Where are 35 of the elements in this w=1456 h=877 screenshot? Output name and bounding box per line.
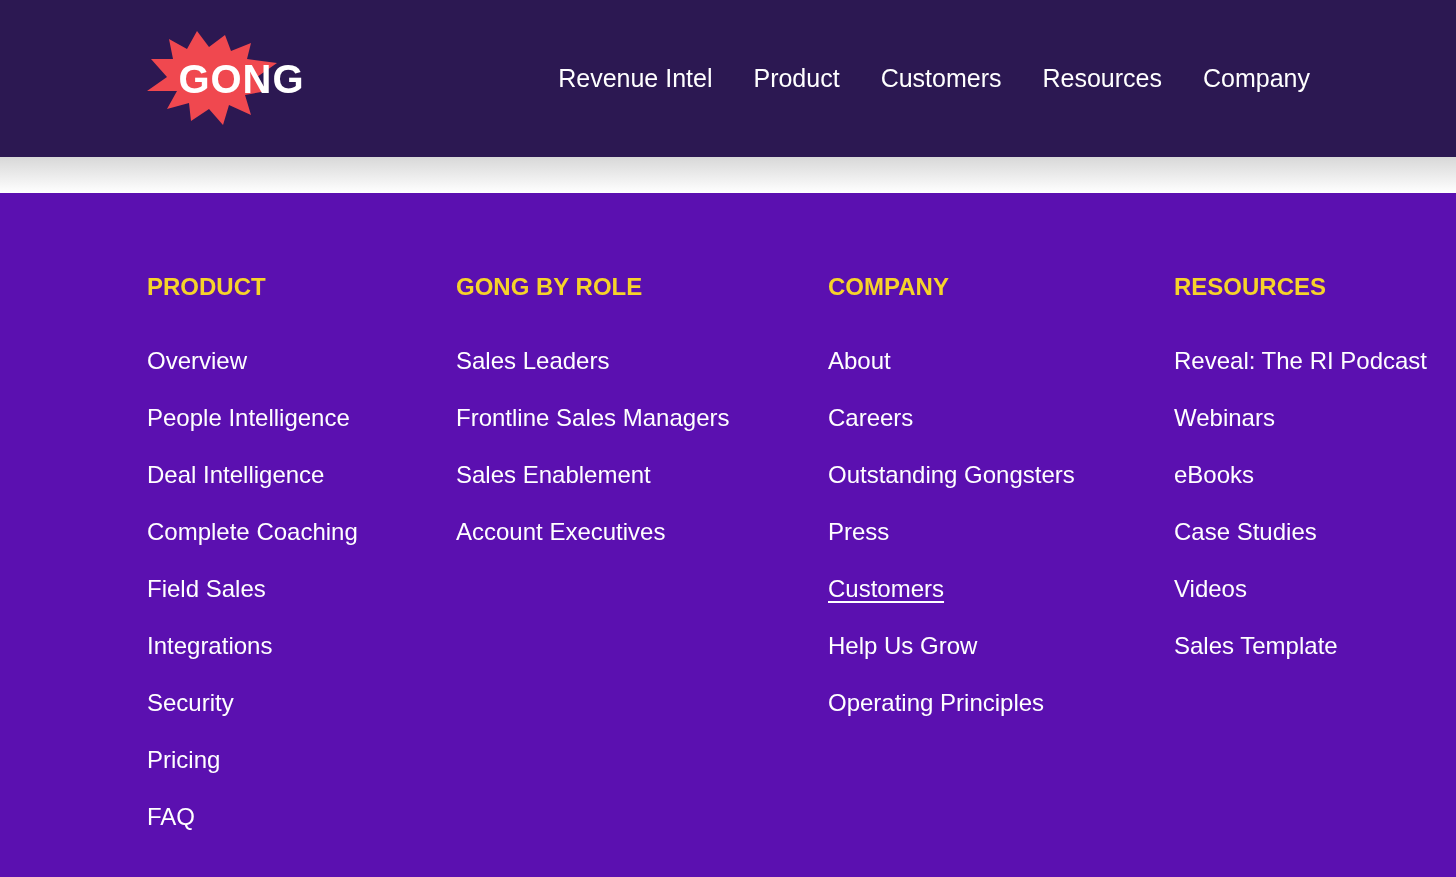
footer-link[interactable]: Outstanding Gongsters — [828, 460, 1075, 490]
footer-link[interactable]: Press — [828, 517, 890, 547]
nav-link[interactable]: Resources — [1042, 59, 1162, 98]
column-heading: GONG BY ROLE — [456, 272, 644, 302]
column-heading: COMPANY — [828, 272, 950, 302]
footer-link[interactable]: Account Executives — [456, 517, 666, 547]
footer-link[interactable]: Customers — [828, 574, 945, 604]
footer-link[interactable]: Field Sales — [147, 574, 266, 604]
footer-link[interactable]: Case Studies — [1174, 517, 1317, 547]
nav-link[interactable]: Revenue Intel — [558, 59, 713, 98]
footer-link[interactable]: Pricing — [147, 745, 221, 775]
footer-link[interactable]: Frontline Sales Managers — [456, 403, 730, 433]
footer-link[interactable]: Security — [147, 688, 234, 718]
footer-link[interactable]: Reveal: The RI Podcast — [1174, 346, 1428, 376]
column-heading: RESOURCES — [1174, 272, 1328, 302]
footer-link[interactable]: Webinars — [1174, 403, 1275, 433]
footer-link[interactable]: Sales Template — [1174, 631, 1338, 661]
footer-link[interactable]: eBooks — [1174, 460, 1255, 490]
footer-link[interactable]: People Intelligence — [147, 403, 350, 433]
footer-link[interactable]: About — [828, 346, 891, 376]
footer-link[interactable]: Videos — [1174, 574, 1247, 604]
footer-link[interactable]: Overview — [147, 346, 248, 376]
footer-link[interactable]: Complete Coaching — [147, 517, 358, 547]
footer-link[interactable]: Careers — [828, 403, 914, 433]
footer-link[interactable]: Help Us Grow — [828, 631, 978, 661]
column-heading: PRODUCT — [147, 272, 267, 302]
nav-link[interactable]: Product — [753, 59, 840, 98]
nav-link[interactable]: Company — [1203, 59, 1310, 98]
footer-link[interactable]: FAQ — [147, 802, 195, 832]
footer-link[interactable]: Sales Leaders — [456, 346, 610, 376]
footer-link[interactable]: Sales Enablement — [456, 460, 651, 490]
footer-link[interactable]: Deal Intelligence — [147, 460, 325, 490]
footer-link[interactable]: Operating Principles — [828, 688, 1045, 718]
nav-link[interactable]: Customers — [880, 59, 1002, 98]
footer-link[interactable]: Integrations — [147, 631, 273, 661]
